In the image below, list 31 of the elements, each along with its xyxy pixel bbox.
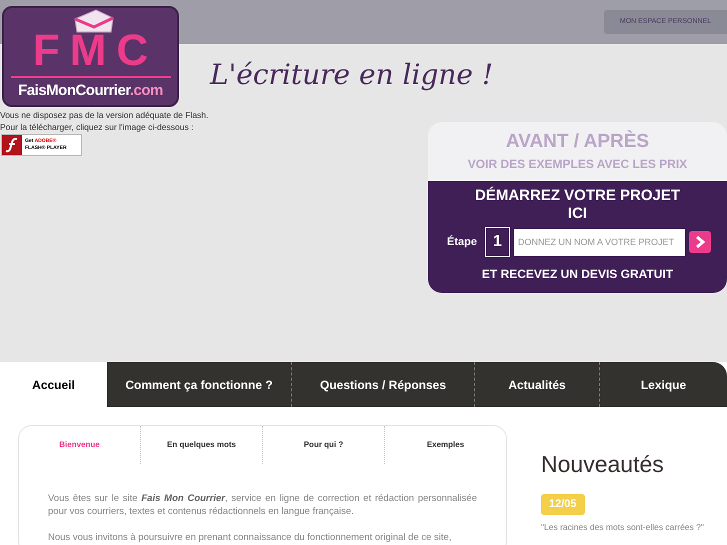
project-name-field[interactable]: DONNEZ UN NOM A VOTRE PROJET [514,228,685,256]
logo-letter: M [70,28,106,74]
logo-letter: C [116,28,148,74]
envelope-icon [74,9,114,33]
step-number: 1 [484,227,510,257]
next-button[interactable] [688,231,711,253]
promo-footer: ET RECEVEZ UN DEVIS GRATUIT [482,265,674,283]
nav-tab[interactable]: Questions / Réponses [291,362,474,407]
flash-icon [2,135,22,155]
tagline: L'écriture en ligne ! [210,57,494,93]
news-heading: Nouveautés [541,450,665,478]
logo-name: FaisMonCourrier.com [18,81,163,101]
section-tab[interactable]: Bienvenue [19,426,140,464]
flash-notice: Vous ne disposez pas de la version adéquate de Flash. [0,109,208,121]
section-tab[interactable]: Exemples [384,426,506,464]
step-label: Étape [447,234,477,250]
nav-tab[interactable]: Lexique [599,362,727,407]
promo-subtitle: VOIR DES EXEMPLES AVEC LES PRIX [468,156,688,173]
flash-notice: Pour la télécharger, cliquez sur l'image ci-dessous : [0,121,194,133]
intro-paragraph: Nous vous invitons à poursuivre en prenant connaissance du fonctionnement original de ce site, [48,531,452,544]
nav-tab[interactable]: Comment ça fonctionne ? [107,362,291,407]
promo-title: AVANT / APRÈS [506,131,650,153]
date-badge: 12/05 [541,494,585,515]
chevron-right-icon [694,236,705,248]
nav-tab[interactable]: Actualités [474,362,599,407]
news-link[interactable]: "Les racines des mots sont-elles carrées ?" [541,521,713,533]
section-tab[interactable]: Pour qui ? [262,426,384,464]
logo-letter: F [32,28,60,74]
intro-paragraph: Vous êtes sur le site Fais Mon Courrier, service en ligne de correction et rédaction personnalisée pour vos courriers, textes et contenus rédactionnels en langue française. [48,492,477,518]
section-tab[interactable]: En quelques mots [140,426,262,464]
cta-heading: DÉMARREZ VOTRE PROJET ICI [474,187,682,223]
